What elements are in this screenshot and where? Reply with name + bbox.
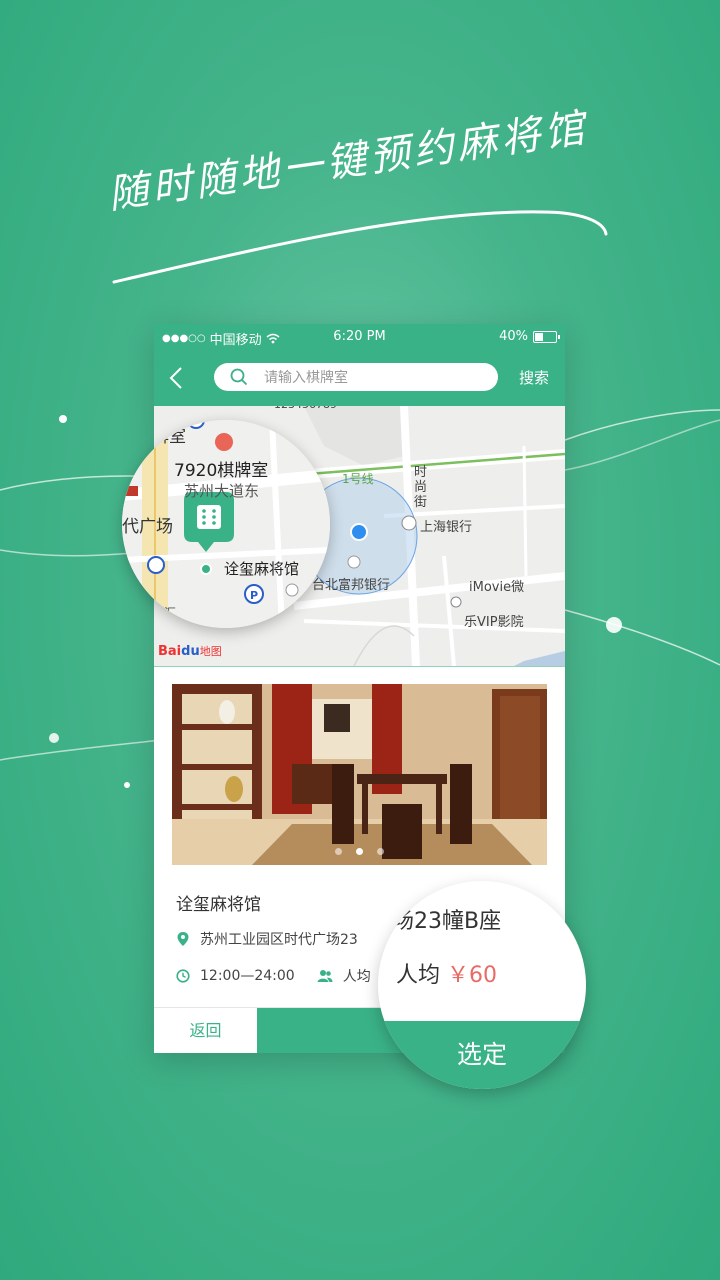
magnified-label-room-partial: 牌室	[152, 427, 186, 447]
people-icon	[317, 970, 333, 982]
map-divider	[154, 666, 565, 667]
venue-meta: 12:00—24:00 人均	[176, 966, 371, 986]
magnified-label-chess-room: 7920棋牌室	[174, 461, 269, 481]
map-label-line1: 1号线	[342, 472, 374, 486]
carousel-pager	[172, 848, 547, 855]
pager-dot	[377, 848, 384, 855]
venue-hours: 12:00—24:00	[200, 968, 295, 984]
return-button[interactable]: 返回	[154, 1008, 258, 1053]
pager-dot	[335, 848, 342, 855]
info-magnifier: 场23幢B座 人均 ￥60 选定	[378, 881, 586, 1089]
headline-underline	[112, 210, 608, 284]
venue-avg-label-partial: 人均	[342, 969, 371, 985]
map-label-number: 123456789	[274, 406, 337, 411]
battery: 40%	[499, 329, 560, 344]
nav-bar: 搜索	[154, 350, 565, 406]
avg-price-label: 人均	[396, 963, 441, 988]
headline: 随时随地一键预约麻将馆	[105, 105, 612, 290]
magnified-address-tail: 场23幢B座	[392, 909, 502, 934]
magnified-label-plaza-partial: 代广场	[122, 517, 173, 537]
svg-text:P: P	[250, 589, 258, 602]
venue-photo	[172, 684, 547, 865]
map-label-levip: 乐VIP影院	[464, 615, 524, 630]
venue-address: 苏州工业园区时代广场23	[176, 929, 358, 949]
pager-dot-active	[356, 848, 363, 855]
map-magnifier: P 牌室 7920棋牌室 苏州大道东 代广场 诠玺麻将馆 古汇	[122, 420, 330, 628]
battery-icon	[533, 330, 560, 343]
map-label-imovie: iMovie微	[469, 580, 525, 595]
select-button[interactable]: 选定	[378, 1021, 586, 1089]
clock-icon	[176, 969, 190, 983]
venue-address-text: 苏州工业园区时代广场23	[200, 932, 358, 948]
status-bar: ●●●○○ 中国移动 6:20 PM 40%	[154, 324, 565, 350]
venue-name: 诠玺麻将馆	[176, 895, 261, 915]
magnified-label-venue: 诠玺麻将馆	[224, 560, 300, 578]
search-box[interactable]	[214, 363, 498, 391]
back-arrow-icon[interactable]	[164, 364, 188, 392]
search-icon	[230, 368, 248, 386]
battery-percent: 40%	[499, 329, 528, 344]
venue-photo-carousel[interactable]	[172, 684, 547, 865]
map-label-jie: 街	[414, 495, 428, 510]
search-input[interactable]	[262, 365, 486, 391]
location-pin-icon	[177, 932, 189, 946]
magnified-label-road: 苏州大道东	[184, 482, 260, 500]
magnified-avg-price: 人均 ￥60	[396, 957, 497, 989]
avg-price-value: ￥60	[447, 963, 498, 988]
baidu-map-logo: Baidu地图	[158, 644, 222, 659]
map-label-bank-sh: 上海银行	[420, 520, 473, 535]
magnified-label-hui: 古汇	[152, 606, 177, 620]
search-button[interactable]: 搜索	[519, 367, 549, 388]
